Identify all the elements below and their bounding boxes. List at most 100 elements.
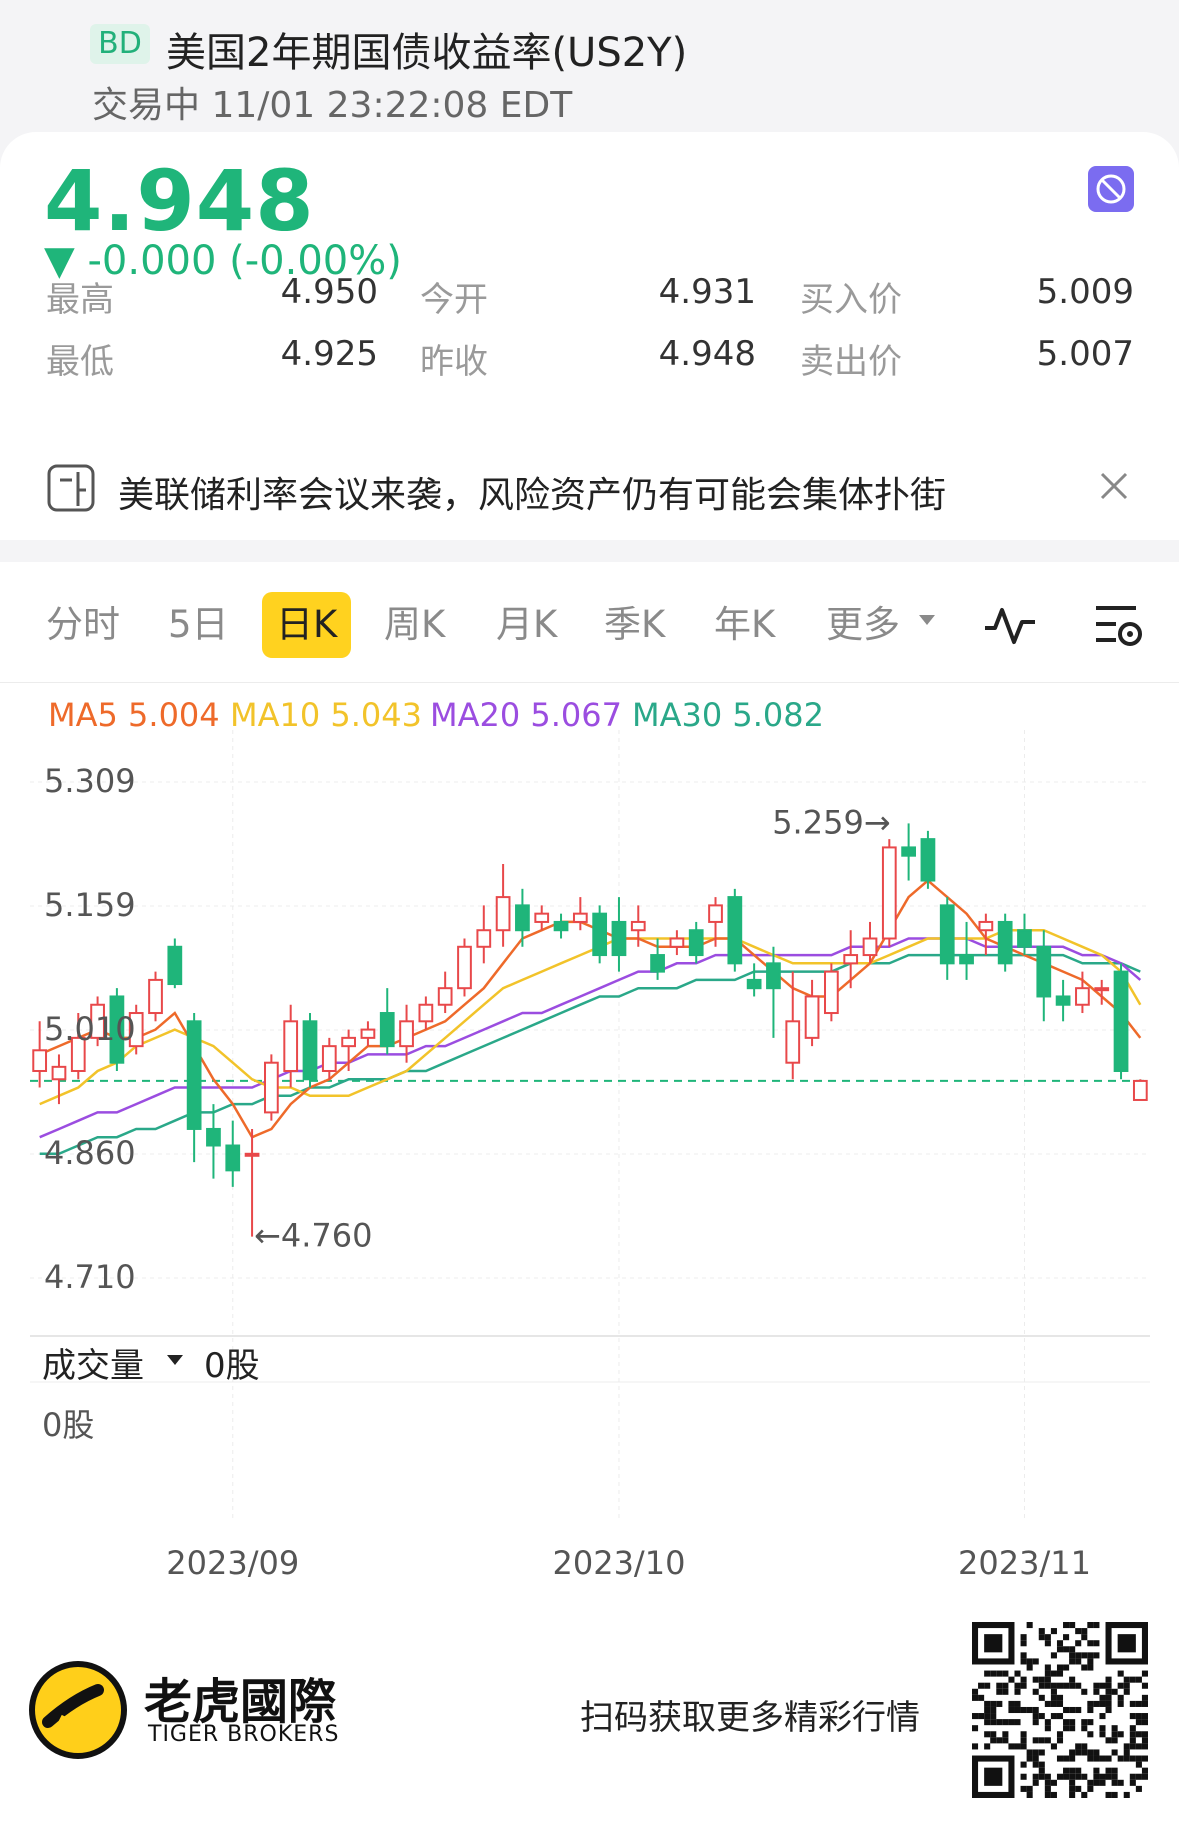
qr-module — [1111, 1779, 1118, 1786]
qr-module — [1111, 1749, 1118, 1756]
tab-quarterly-k[interactable]: 季K — [604, 592, 665, 658]
qr-module — [990, 1719, 997, 1726]
qr-module — [1026, 1791, 1033, 1798]
news-icon — [46, 462, 98, 518]
qr-module — [996, 1670, 1003, 1677]
qr-module — [1056, 1737, 1064, 1744]
qr-module — [1050, 1688, 1057, 1695]
tab-intraday[interactable]: 分时 — [46, 592, 120, 658]
chevron-down-icon[interactable] — [166, 1352, 184, 1371]
qr-module — [978, 1713, 985, 1720]
y-tick-label: 4.710 — [44, 1258, 136, 1296]
qr-module — [1032, 1761, 1039, 1768]
candle-body — [515, 904, 530, 932]
qr-module — [1087, 1652, 1094, 1659]
qr-module — [1129, 1773, 1136, 1780]
qr-module — [1038, 1628, 1045, 1635]
volume-label[interactable]: 成交量 — [42, 1338, 144, 1387]
qr-module — [978, 1682, 985, 1689]
tab-yearly-k[interactable]: 年K — [714, 592, 775, 658]
qr-module — [1123, 1682, 1130, 1689]
tab-more[interactable]: 更多 — [826, 592, 900, 658]
qr-module — [1056, 1755, 1064, 1762]
qr-module — [1129, 1737, 1136, 1744]
qr-module — [1044, 1640, 1051, 1647]
qr-module — [1038, 1749, 1045, 1756]
qr-module — [1032, 1749, 1039, 1756]
qr-module — [1081, 1749, 1088, 1756]
chart-settings-icon[interactable] — [1092, 600, 1144, 654]
qr-module — [1032, 1658, 1039, 1665]
qr-module — [1056, 1713, 1064, 1720]
qr-module — [1069, 1646, 1076, 1653]
qr-module — [1123, 1749, 1130, 1756]
qr-module — [1014, 1743, 1021, 1750]
y-tick-label: 4.860 — [44, 1134, 136, 1172]
candle-body — [51, 1065, 67, 1081]
no-ads-icon[interactable] — [1088, 166, 1134, 212]
qr-module — [1002, 1719, 1009, 1726]
qr-module — [1063, 1755, 1070, 1762]
qr-module — [1129, 1725, 1136, 1732]
qr-module — [990, 1670, 997, 1677]
tab-monthly-k[interactable]: 月K — [496, 592, 557, 658]
qr-module — [1032, 1779, 1039, 1786]
qr-module — [1135, 1785, 1142, 1792]
news-headline[interactable]: 美联储利率会议来袭，风险资产仍有可能会集体扑街 — [118, 466, 946, 518]
qr-module — [1087, 1706, 1094, 1714]
candlestick-chart[interactable]: 5.309 5.159 5.010 4.860 4.710 2023/09 2023/10 2… — [0, 730, 1179, 1590]
qr-module — [1050, 1779, 1057, 1786]
candle-body — [959, 954, 974, 965]
candle-body — [553, 920, 569, 932]
qr-module — [1032, 1719, 1039, 1726]
qr-module — [1014, 1688, 1021, 1695]
qr-module — [1099, 1694, 1106, 1701]
security-title: 美国2年期国债收益率(US2Y) — [166, 30, 688, 76]
qr-module — [1087, 1664, 1094, 1671]
qr-module — [1135, 1761, 1142, 1768]
qr-module — [1129, 1700, 1136, 1707]
qr-module — [1026, 1658, 1033, 1665]
qr-module — [1038, 1767, 1045, 1774]
qr-module — [1093, 1700, 1100, 1707]
candle-body — [379, 1012, 395, 1048]
candle-body — [476, 929, 492, 948]
close-icon[interactable] — [1098, 470, 1130, 506]
tab-divider — [0, 682, 1179, 683]
qr-module — [1081, 1628, 1088, 1635]
tab-daily-k[interactable]: 日K — [262, 592, 352, 658]
qr-module — [1105, 1706, 1112, 1714]
qr-module — [1135, 1773, 1142, 1780]
qr-module — [1014, 1670, 1021, 1677]
stat-label-high: 最高 — [46, 280, 114, 320]
qr-module — [1141, 1670, 1148, 1677]
qr-module — [1075, 1767, 1082, 1774]
qr-module — [1056, 1640, 1064, 1647]
qr-module — [1026, 1622, 1033, 1629]
tab-weekly-k[interactable]: 周K — [384, 592, 445, 658]
candle-body — [321, 1045, 337, 1072]
tab-5day[interactable]: 5日 — [168, 592, 229, 658]
qr-module — [1075, 1743, 1082, 1750]
qr-module — [990, 1713, 997, 1720]
indicator-icon[interactable] — [982, 600, 1038, 654]
stat-value-ask: 5.007 — [1036, 334, 1134, 374]
qr-code-icon[interactable] — [972, 1622, 1148, 1802]
stat-label-low: 最低 — [46, 342, 114, 382]
candle-body — [997, 920, 1013, 965]
candle-body — [1055, 995, 1071, 1006]
qr-module — [1056, 1773, 1064, 1780]
chevron-down-icon[interactable] — [918, 612, 936, 631]
qr-module — [1044, 1719, 1051, 1726]
qr-module — [984, 1670, 991, 1677]
qr-module — [978, 1694, 985, 1701]
qr-module — [984, 1713, 991, 1720]
qr-module — [1075, 1706, 1082, 1714]
qr-module — [1026, 1664, 1033, 1671]
qr-module — [1014, 1719, 1021, 1726]
qr-module — [1099, 1682, 1106, 1689]
qr-module — [1117, 1694, 1124, 1701]
candle-body — [418, 1003, 434, 1023]
qr-module — [1111, 1773, 1118, 1780]
qr-module — [1129, 1743, 1136, 1750]
